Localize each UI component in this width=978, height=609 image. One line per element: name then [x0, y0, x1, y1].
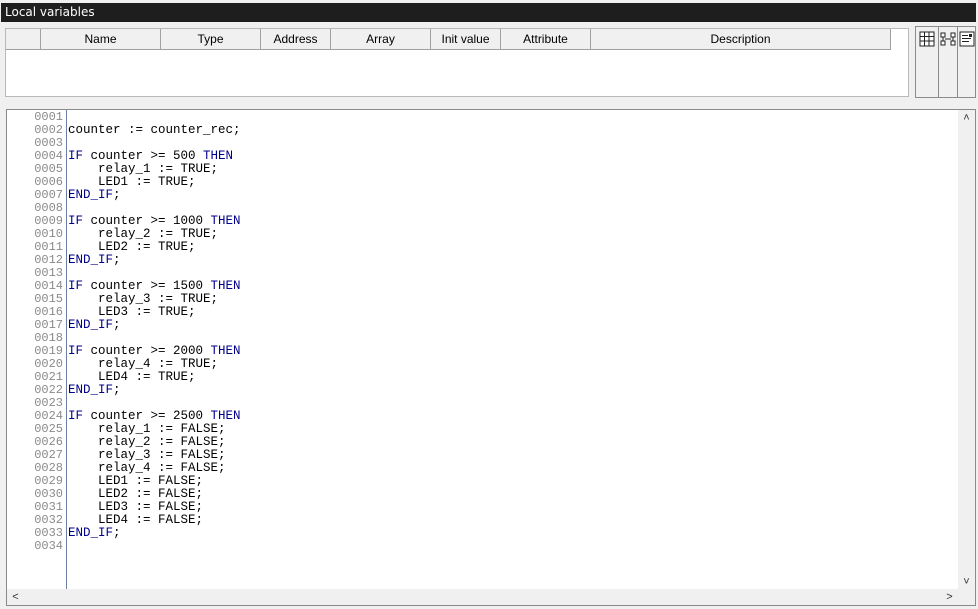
statement-text: relay_3 := FALSE;: [68, 448, 226, 462]
scroll-down-icon[interactable]: ˅: [958, 574, 975, 590]
column-header-description[interactable]: Description: [591, 29, 891, 49]
statement-text: relay_4 := FALSE;: [68, 461, 226, 475]
code-text: END_IF;: [68, 319, 121, 332]
statement-text: ;: [113, 383, 121, 397]
table-header: Name Type Address Array Init value Attri…: [6, 29, 891, 50]
statement-text: LED3 := TRUE;: [68, 305, 196, 319]
statement-text: LED4 := TRUE;: [68, 370, 196, 384]
code-line[interactable]: 0016 LED3 := TRUE;: [7, 306, 975, 319]
code-line[interactable]: 0006 LED1 := TRUE;: [7, 176, 975, 189]
statement-text: LED1 := FALSE;: [68, 474, 204, 488]
statement-text: ;: [113, 318, 121, 332]
text-view-button[interactable]: [957, 26, 976, 98]
code-text: END_IF;: [68, 254, 121, 267]
keyword: END_IF: [68, 526, 114, 540]
keyword: END_IF: [68, 253, 114, 267]
code-line[interactable]: 0002 counter := counter_rec;: [7, 124, 975, 137]
statement-text: counter >= 1000: [83, 214, 211, 228]
column-header-type[interactable]: Type: [161, 29, 261, 49]
vertical-scrollbar[interactable]: ˄ ˅: [958, 110, 975, 590]
code-line[interactable]: 0012 END_IF;: [7, 254, 975, 267]
text-view-icon: [959, 31, 975, 47]
keyword: THEN: [210, 279, 241, 293]
keyword: IF: [68, 409, 84, 423]
statement-text: ;: [113, 526, 121, 540]
line-number: 0034: [34, 539, 63, 553]
statement-text: ;: [113, 188, 121, 202]
code-text: END_IF;: [68, 384, 121, 397]
keyword: IF: [68, 149, 84, 163]
horizontal-scrollbar[interactable]: < >: [7, 589, 958, 605]
keyword: THEN: [203, 149, 234, 163]
column-header-select[interactable]: [6, 29, 41, 49]
statement-text: relay_1 := TRUE;: [68, 162, 219, 176]
code-line[interactable]: 0017 END_IF;: [7, 319, 975, 332]
code-line[interactable]: 0011 LED2 := TRUE;: [7, 241, 975, 254]
statement-text: relay_4 := TRUE;: [68, 357, 219, 371]
code-text: END_IF;: [68, 189, 121, 202]
scroll-up-icon[interactable]: ˄: [958, 110, 975, 126]
keyword: THEN: [210, 409, 241, 423]
code-line[interactable]: 0032 LED4 := FALSE;: [7, 514, 975, 527]
view-toolbar: [915, 26, 976, 100]
scroll-right-icon[interactable]: >: [941, 589, 958, 605]
statement-text: relay_3 := TRUE;: [68, 292, 219, 306]
statement-text: relay_2 := TRUE;: [68, 227, 219, 241]
statement-text: counter >= 2500: [83, 409, 211, 423]
statement-text: LED2 := TRUE;: [68, 240, 196, 254]
keyword: IF: [68, 279, 84, 293]
code-text: END_IF;: [68, 527, 121, 540]
statement-text: counter >= 500: [83, 149, 204, 163]
column-header-address[interactable]: Address: [261, 29, 331, 49]
scroll-left-icon[interactable]: <: [7, 589, 24, 605]
code-line[interactable]: 0033 END_IF;: [7, 527, 975, 540]
column-header-array[interactable]: Array: [331, 29, 431, 49]
code-line[interactable]: 0021 LED4 := TRUE;: [7, 371, 975, 384]
statement-text: relay_2 := FALSE;: [68, 435, 226, 449]
code-lines[interactable]: 0001 0002 counter := counter_rec; 0003 0004 I…: [7, 111, 975, 553]
column-header-init-value[interactable]: Init value: [431, 29, 501, 49]
keyword: END_IF: [68, 383, 114, 397]
statement-text: counter >= 2000: [83, 344, 211, 358]
statement-text: relay_1 := FALSE;: [68, 422, 226, 436]
table-view-button[interactable]: [915, 26, 939, 98]
keyword: THEN: [210, 214, 241, 228]
code-line[interactable]: 0022 END_IF;: [7, 384, 975, 397]
code-editor[interactable]: 0001 0002 counter := counter_rec; 0003 0004 I…: [6, 109, 976, 606]
local-variables-table[interactable]: Name Type Address Array Init value Attri…: [5, 28, 909, 97]
code-line[interactable]: 0034: [7, 540, 975, 553]
statement-text: LED1 := TRUE;: [68, 175, 196, 189]
statement-text: counter := counter_rec;: [68, 123, 241, 137]
statement-text: LED2 := FALSE;: [68, 487, 204, 501]
statement-text: ;: [113, 253, 121, 267]
statement-text: LED3 := FALSE;: [68, 500, 204, 514]
keyword: IF: [68, 344, 84, 358]
keyword: END_IF: [68, 318, 114, 332]
column-header-attribute[interactable]: Attribute: [501, 29, 591, 49]
keyword: IF: [68, 214, 84, 228]
table-view-icon: [919, 31, 935, 47]
column-header-name[interactable]: Name: [41, 29, 161, 49]
network-view-button[interactable]: [938, 26, 958, 98]
statement-text: counter >= 1500: [83, 279, 211, 293]
keyword: THEN: [210, 344, 241, 358]
scrollbar-corner: [958, 589, 975, 605]
code-line[interactable]: 0007 END_IF;: [7, 189, 975, 202]
keyword: END_IF: [68, 188, 114, 202]
statement-text: LED4 := FALSE;: [68, 513, 204, 527]
panel-title: Local variables: [1, 3, 976, 22]
network-view-icon: [940, 32, 956, 46]
code-text: counter := counter_rec;: [68, 124, 241, 137]
